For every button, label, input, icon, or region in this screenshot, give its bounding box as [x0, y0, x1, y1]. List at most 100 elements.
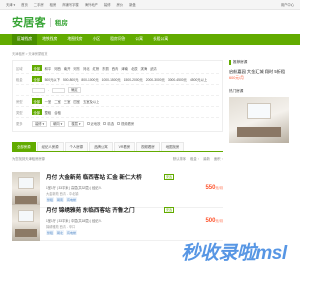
- nav-item-apartment[interactable]: 公寓: [130, 34, 148, 45]
- tab-agent[interactable]: 经纪人房源: [36, 142, 64, 151]
- filter-option[interactable]: 1500-2000元: [124, 77, 143, 82]
- filter-option[interactable]: 全部: [32, 65, 42, 71]
- select-label: 装修: [35, 121, 42, 126]
- topbar-link-resale[interactable]: 二手房: [34, 2, 44, 7]
- listing-details: 1室1厅 | 33平米 | 中层(共18层) | 经纪人: [46, 219, 102, 223]
- checkbox-subway[interactable]: 近地铁: [86, 121, 100, 126]
- tab-all[interactable]: 全部房源: [12, 142, 36, 151]
- filter-option[interactable]: 滨海: [141, 66, 148, 71]
- floor-select[interactable]: 楼层 ▾: [68, 120, 84, 127]
- sort-default[interactable]: 默认排序: [173, 156, 186, 161]
- filter-option[interactable]: 3000-4500元: [168, 77, 187, 82]
- filter-option[interactable]: 整租: [45, 110, 52, 115]
- sidebar: 推荐房源 启航嘉园 大金汇城 翔时 5折租 600元/月 热门房源: [229, 60, 293, 143]
- listing-address[interactable]: 锦绣雅苑 西青 - 辛口: [46, 224, 75, 229]
- sidebar-recommend-title[interactable]: 启航嘉园 大金汇城 翔时 5折租: [229, 69, 293, 75]
- topbar-link-home[interactable]: 首页: [21, 2, 28, 7]
- tab-video[interactable]: 视频看房: [136, 142, 160, 151]
- topbar-link-commercial[interactable]: 商铺写字楼: [62, 2, 78, 7]
- photo-bed: [237, 127, 281, 137]
- listing-title[interactable]: 月付 大金新苑 临西客站 汇金 新仁大桥: [46, 173, 164, 181]
- nav-item-longterm[interactable]: 长租公寓: [148, 34, 173, 45]
- nav-item-community[interactable]: 小区: [88, 34, 106, 45]
- filter-option[interactable]: 南开: [64, 66, 71, 71]
- nav-item-map[interactable]: 地图找房: [62, 34, 87, 45]
- filter-option[interactable]: 东丽: [102, 66, 109, 71]
- city-selector[interactable]: 天津 ▾: [6, 2, 15, 7]
- select-label: 朝向: [53, 121, 60, 126]
- sort-area[interactable]: 面积 ↑: [214, 156, 223, 161]
- filter-option[interactable]: 500元以下: [45, 77, 60, 82]
- site-logo[interactable]: 安居客: [12, 14, 46, 30]
- filter-option[interactable]: 北辰: [131, 66, 138, 71]
- checkbox-video[interactable]: 视频看房: [117, 121, 134, 126]
- topbar-link-decor[interactable]: 装修: [104, 2, 111, 7]
- filter-option[interactable]: 全部: [32, 76, 42, 82]
- photo-window: [247, 103, 271, 119]
- filter-option[interactable]: 河东: [73, 66, 80, 71]
- filter-options: 全部 500元以下 500-800元 800-1000元 1000-1500元 …: [32, 76, 207, 82]
- rent-confirm-button[interactable]: 确定: [68, 87, 81, 93]
- nav-item-area[interactable]: 区域找房: [12, 34, 38, 45]
- filter-option[interactable]: 500-800元: [63, 77, 78, 82]
- filter-option[interactable]: 四室: [73, 99, 80, 104]
- listing-item[interactable]: 月付 大金新苑 临西客站 汇金 新仁大桥 安选 1室1厅 | 33平米 | 高层…: [12, 172, 223, 208]
- topbar-link-price[interactable]: 房价: [117, 2, 124, 7]
- tab-map[interactable]: 地图找房: [160, 142, 185, 151]
- listing-photo[interactable]: [12, 172, 40, 208]
- sort-latest[interactable]: 最新: [203, 156, 210, 161]
- price-value: 500: [205, 218, 216, 224]
- filter-label: 类型: [16, 110, 23, 115]
- filter-option[interactable]: 河西: [54, 66, 61, 71]
- rent-max-input[interactable]: [52, 87, 66, 93]
- filter-option[interactable]: 武清: [150, 66, 157, 71]
- filter-option[interactable]: 津南: [121, 66, 128, 71]
- filter-row-custom-rent: - 确定: [16, 85, 219, 96]
- tab-brand[interactable]: 品牌公寓: [89, 142, 113, 151]
- topbar-link-user[interactable]: 用户中心: [281, 2, 294, 7]
- filter-option[interactable]: 全部: [32, 98, 42, 104]
- filter-options: 全部 和平 河西 南开 河东 河北 红桥 东丽 西青 津南 北辰 滨海 武清: [32, 65, 157, 71]
- filter-option[interactable]: 1000-1500元: [102, 77, 121, 82]
- tab-personal[interactable]: 个人房源: [64, 142, 89, 151]
- topbar-link-rent[interactable]: 租房: [50, 2, 57, 7]
- filter-option[interactable]: 三室: [64, 99, 71, 104]
- nav-item-subway[interactable]: 地铁找房: [37, 34, 62, 45]
- sidebar-heading-hot: 热门房源: [229, 89, 244, 93]
- filter-option[interactable]: 五室及以上: [83, 99, 99, 104]
- filter-option[interactable]: 和平: [45, 66, 52, 71]
- listing-address[interactable]: 大金新苑 西青 - 中北镇: [46, 191, 78, 196]
- filter-option[interactable]: 西青: [112, 66, 119, 71]
- decoration-select[interactable]: 装修 ▾: [32, 120, 48, 127]
- sort-price[interactable]: 租金 ↑: [190, 156, 199, 161]
- checkbox-label: 精选: [107, 122, 114, 126]
- filter-row-layout: 房型 全部 一室 二室 三室 四室 五室及以上: [16, 96, 219, 107]
- rent-min-input[interactable]: [32, 87, 45, 93]
- listing-badge: 安选: [164, 174, 175, 180]
- breadcrumb[interactable]: 天津租房 > 天津房屋租赁: [12, 51, 48, 56]
- filter-option[interactable]: 4500元以上: [190, 77, 207, 82]
- filter-option[interactable]: 2000-3000元: [146, 77, 165, 82]
- filter-option[interactable]: 红桥: [93, 66, 100, 71]
- listing-title[interactable]: 月付 锦绣雅苑 东临西客站 齐鲁之门: [46, 206, 164, 214]
- filter-option[interactable]: 河北: [83, 66, 90, 71]
- filter-option[interactable]: 一室: [45, 99, 52, 104]
- filter-options: 全部 一室 二室 三室 四室 五室及以上: [32, 98, 99, 104]
- section-title: 租房: [54, 20, 68, 27]
- listing-price: 500元/月: [205, 218, 223, 224]
- checkbox-featured[interactable]: 精选: [103, 121, 114, 126]
- checkbox-icon: [117, 122, 120, 125]
- filter-option[interactable]: 二室: [54, 99, 61, 104]
- filter-option[interactable]: 合租: [54, 110, 61, 115]
- topbar-link-overseas[interactable]: 海外地产: [85, 2, 98, 7]
- filter-label: 区域: [16, 66, 23, 71]
- orientation-select[interactable]: 朝向 ▾: [50, 120, 66, 127]
- topbar-link-newhome[interactable]: 新盘: [129, 2, 136, 7]
- range-dash: -: [48, 88, 50, 92]
- listing-photo[interactable]: [12, 205, 40, 241]
- sidebar-photo[interactable]: [229, 97, 289, 143]
- nav-item-qa[interactable]: 租房问答: [105, 34, 130, 45]
- tab-vr[interactable]: VR看房: [113, 142, 136, 151]
- filter-option[interactable]: 全部: [32, 109, 42, 115]
- filter-option[interactable]: 800-1000元: [81, 77, 98, 82]
